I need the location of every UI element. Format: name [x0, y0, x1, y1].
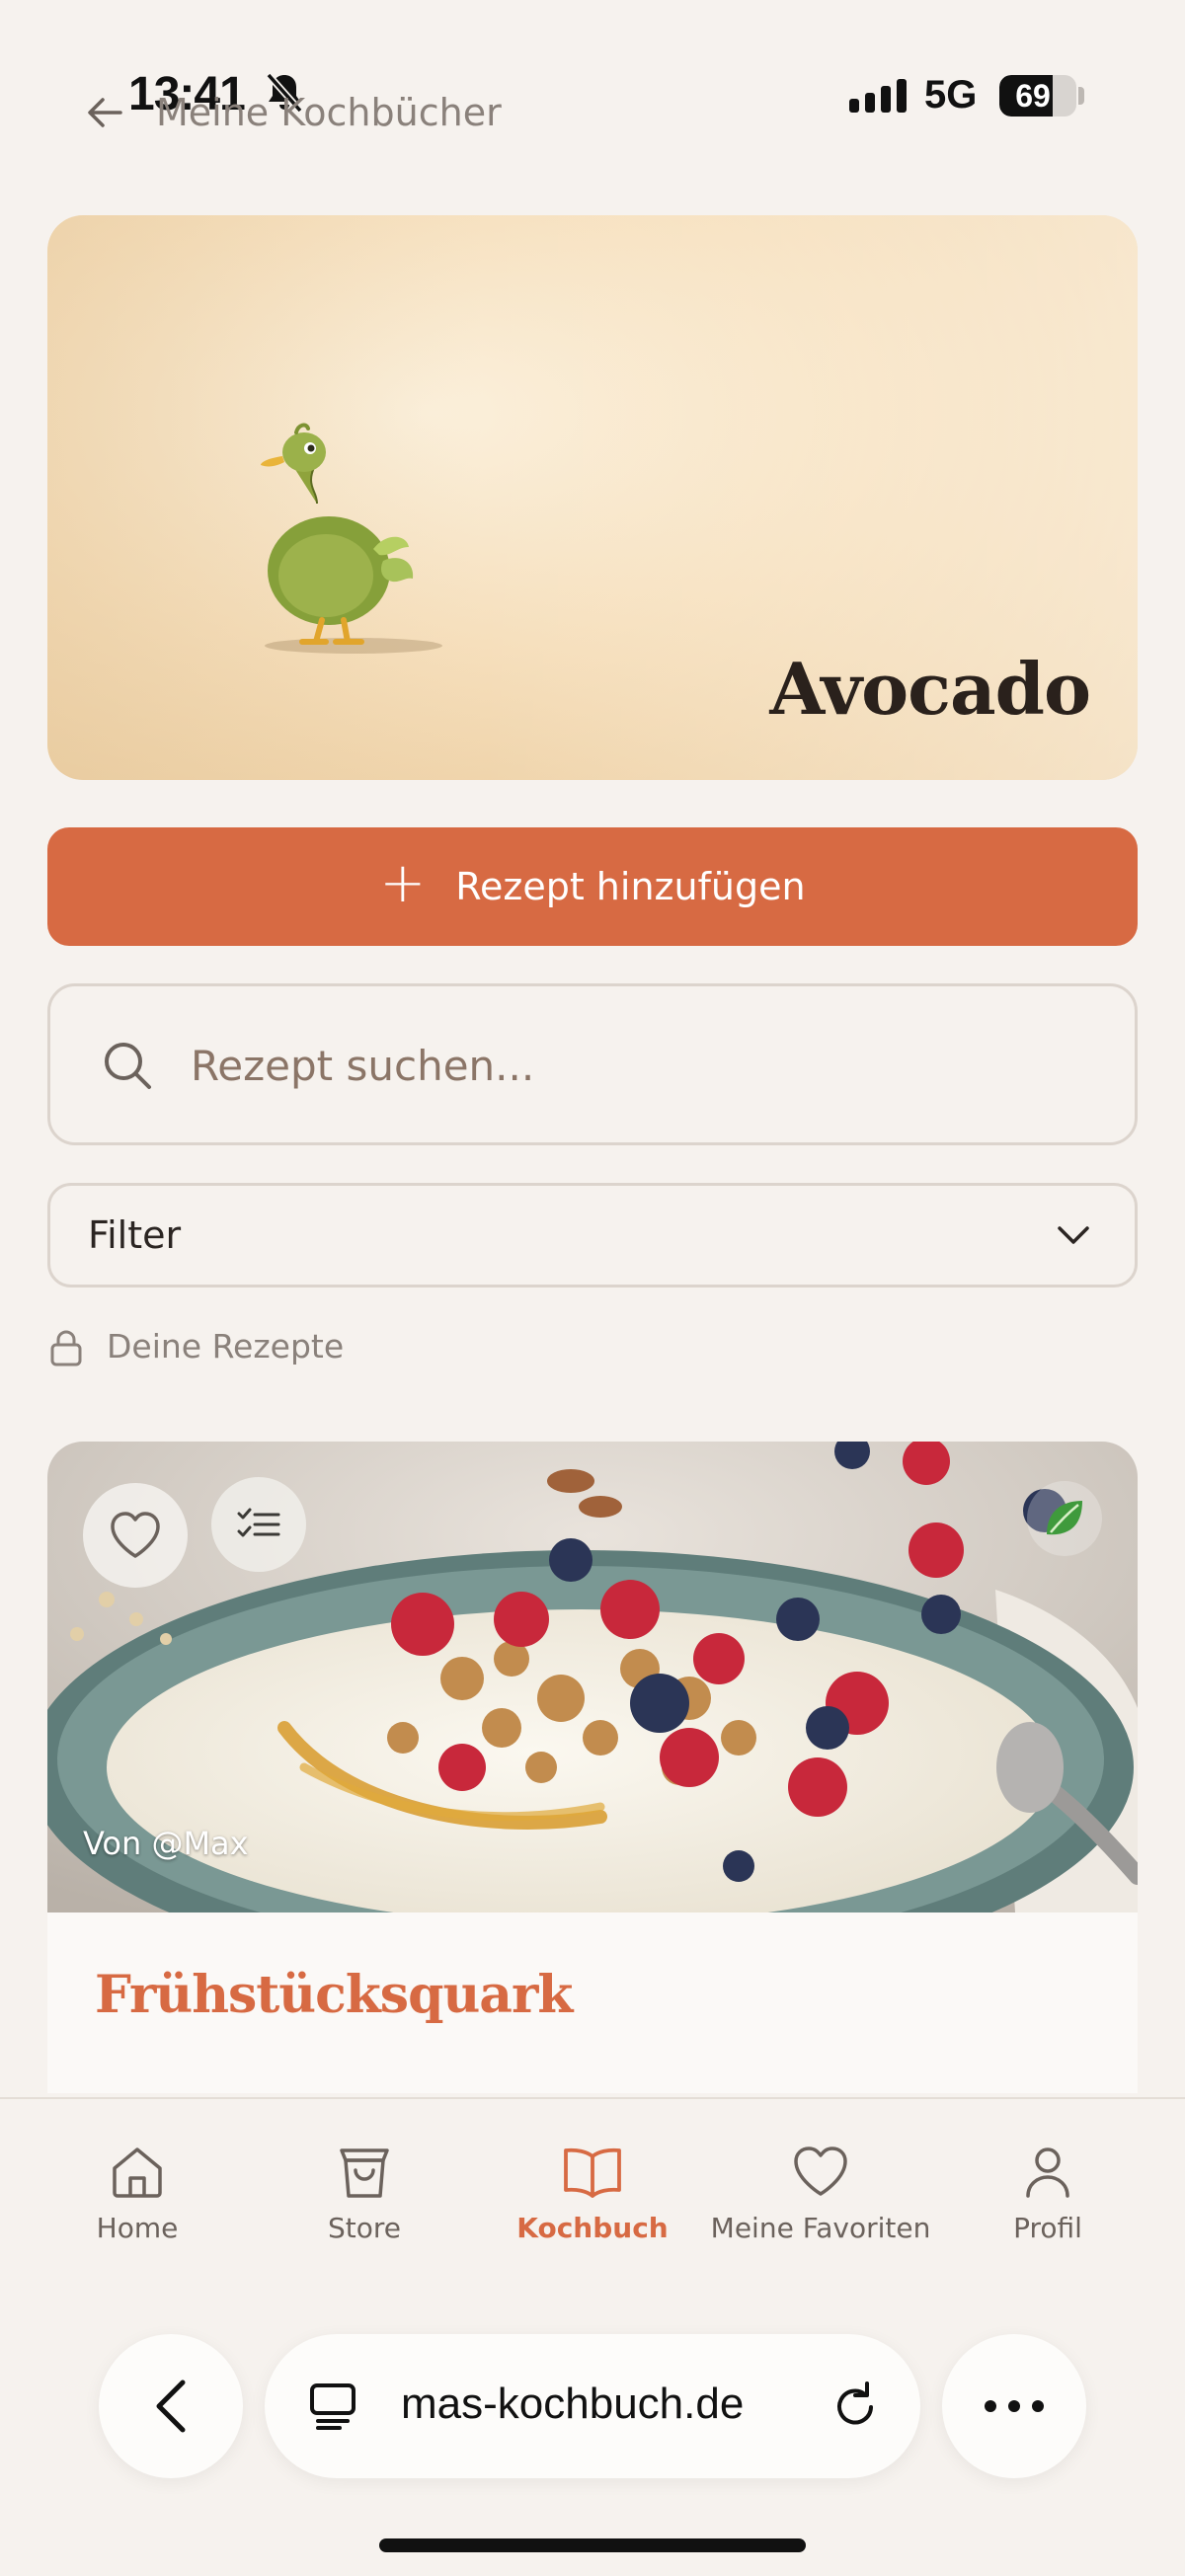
favorite-button[interactable] [83, 1483, 188, 1588]
heart-icon [794, 2147, 847, 2196]
privacy-label: Deine Rezepte [107, 1327, 345, 1366]
arrow-left-icon [85, 95, 124, 134]
battery-icon: 69 [999, 75, 1076, 117]
add-recipe-button[interactable]: + Rezept hinzufügen [47, 827, 1138, 946]
heart-icon [109, 1511, 162, 1560]
back-link-label: Meine Kochbücher [156, 91, 502, 134]
filter-dropdown[interactable]: Filter [47, 1183, 1138, 1288]
leaf-icon [1041, 1495, 1088, 1542]
nav-profile[interactable]: Profil [934, 2145, 1161, 2263]
add-recipe-label: Rezept hinzufügen [455, 865, 806, 908]
nav-favorites[interactable]: Meine Favoriten [707, 2145, 934, 2263]
battery-percent: 69 [1015, 78, 1051, 114]
home-indicator [379, 2538, 806, 2552]
cookbook-title: Avocado [769, 647, 1091, 731]
signal-icon [849, 77, 910, 120]
network-type: 5G [924, 73, 978, 117]
avocado-bird-mascot [235, 423, 472, 664]
search-input[interactable] [191, 1030, 1079, 1101]
tabs-icon [308, 2381, 357, 2435]
lock-icon [49, 1329, 83, 1370]
recipe-image: Von @Max [47, 1442, 1138, 1912]
book-icon [564, 2147, 621, 2198]
nav-home[interactable]: Home [24, 2145, 251, 2263]
nav-home-label: Home [96, 2212, 179, 2244]
user-icon [1026, 2147, 1069, 2198]
nav-favorites-label: Meine Favoriten [710, 2212, 931, 2244]
url-text: mas-kochbuch.de [401, 2380, 745, 2428]
recipe-author: Von @Max [83, 1825, 249, 1862]
nav-cookbook-label: Kochbuch [516, 2212, 669, 2244]
recipe-search-box [47, 983, 1138, 1145]
browser-toolbar: mas-kochbuch.de [0, 2291, 1185, 2576]
nav-profile-label: Profil [1013, 2212, 1082, 2244]
chevron-down-icon [1056, 1223, 1091, 1251]
filter-label: Filter [88, 1213, 182, 1257]
bottom-navigation: Home Store Kochbuch Meine Favoriten Prof… [0, 2097, 1185, 2291]
reload-icon[interactable] [830, 2380, 881, 2435]
recipe-title[interactable]: Frühstücksquark [95, 1965, 573, 2025]
more-horizontal-icon [985, 2400, 1044, 2412]
shopping-bag-icon [340, 2148, 389, 2198]
plus-icon: + [379, 851, 427, 915]
more-options-button[interactable] [942, 2334, 1086, 2478]
app-page: 13:41 5G 69 Meine Kochbücher Avocado + R… [0, 0, 1185, 2576]
home-icon [113, 2147, 162, 2198]
nav-store[interactable]: Store [251, 2145, 478, 2263]
add-to-list-button[interactable] [211, 1477, 306, 1572]
browser-back-button[interactable] [99, 2334, 243, 2478]
nav-store-label: Store [327, 2212, 401, 2244]
nav-cookbook[interactable]: Kochbuch [479, 2145, 706, 2263]
chevron-left-icon [156, 2380, 186, 2433]
vegetarian-badge [1027, 1481, 1102, 1556]
battery-cap [1078, 87, 1084, 105]
cookbook-hero: Avocado [47, 215, 1138, 780]
recipe-card[interactable]: Von @Max Frühstücksquark [47, 1442, 1138, 2093]
checklist-icon [237, 1507, 280, 1542]
address-bar[interactable]: mas-kochbuch.de [265, 2334, 920, 2478]
search-icon [100, 1038, 155, 1097]
